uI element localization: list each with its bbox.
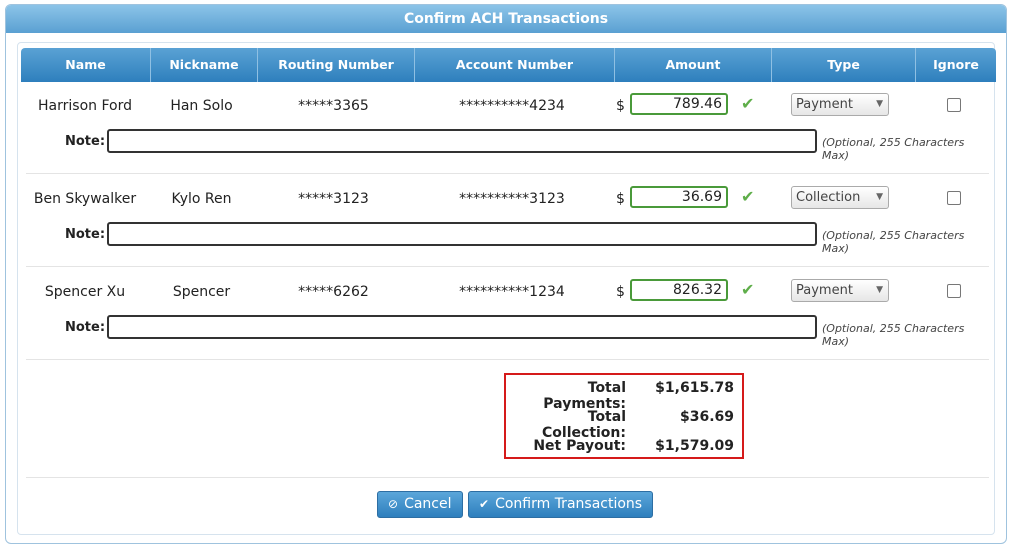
- transactions-panel: Name Nickname Routing Number Account Num…: [17, 42, 996, 535]
- table-header: Name Nickname Routing Number Account Num…: [21, 48, 996, 82]
- dialog-title: Confirm ACH Transactions: [6, 5, 1006, 33]
- ignore-checkbox[interactable]: [947, 191, 961, 205]
- column-header-account: Account Number: [415, 48, 615, 82]
- confirm-ach-dialog: Confirm ACH Transactions Name Nickname R…: [5, 4, 1007, 544]
- payee-name: Spencer Xu: [44, 284, 126, 300]
- checkmark-icon: ✔: [741, 94, 755, 113]
- type-select-value: Collection: [796, 190, 861, 205]
- checkmark-icon: ✔: [741, 187, 755, 206]
- account-number: **********4234: [459, 98, 565, 114]
- amount-input[interactable]: 826.32: [630, 279, 728, 301]
- payee-nickname: Spencer: [172, 284, 231, 300]
- total-payments-value: $1,615.78: [655, 380, 734, 396]
- type-select-value: Payment: [796, 97, 853, 112]
- note-hint: (Optional, 255 Characters Max): [822, 136, 965, 162]
- note-label: Note:: [65, 227, 106, 242]
- column-header-type: Type: [772, 48, 916, 82]
- type-select[interactable]: Payment ▼: [791, 279, 889, 302]
- divider: [26, 477, 989, 478]
- checkmark-icon: ✔: [741, 280, 755, 299]
- account-number: **********3123: [459, 191, 565, 207]
- routing-number: *****6262: [298, 284, 369, 300]
- column-header-amount: Amount: [615, 48, 772, 82]
- totals-summary: Total Payments: $1,615.78 Total Collecti…: [504, 373, 744, 459]
- total-payments-label: Total Payments:: [543, 380, 626, 412]
- currency-symbol: $: [616, 191, 625, 207]
- ignore-checkbox[interactable]: [947, 98, 961, 112]
- table-row: Harrison Ford Han Solo *****3365 *******…: [26, 80, 989, 174]
- table-row: Ben Skywalker Kylo Ren *****3123 *******…: [26, 173, 989, 267]
- amount-input[interactable]: 36.69: [630, 186, 728, 208]
- note-input[interactable]: [107, 129, 817, 153]
- cancel-icon: ⊘: [388, 497, 399, 511]
- currency-symbol: $: [616, 98, 625, 114]
- column-header-nickname: Nickname: [151, 48, 258, 82]
- note-label: Note:: [65, 320, 106, 335]
- net-payout-label: Net Payout:: [533, 438, 626, 454]
- payee-name: Ben Skywalker: [33, 191, 137, 207]
- total-collection-value: $36.69: [679, 409, 734, 425]
- type-select-value: Payment: [796, 283, 853, 298]
- payee-name: Harrison Ford: [38, 98, 132, 114]
- note-hint: (Optional, 255 Characters Max): [822, 229, 965, 255]
- cancel-button-label: Cancel: [404, 496, 452, 512]
- net-payout-value: $1,579.09: [655, 438, 734, 454]
- column-header-routing: Routing Number: [258, 48, 415, 82]
- routing-number: *****3365: [298, 98, 369, 114]
- type-select[interactable]: Collection ▼: [791, 186, 889, 209]
- payee-nickname: Kylo Ren: [171, 191, 232, 207]
- caret-down-icon: ▼: [876, 99, 883, 109]
- caret-down-icon: ▼: [876, 192, 883, 202]
- amount-input[interactable]: 789.46: [630, 93, 728, 115]
- cancel-button[interactable]: ⊘ Cancel: [377, 491, 463, 518]
- payee-nickname: Han Solo: [170, 98, 233, 114]
- routing-number: *****3123: [298, 191, 369, 207]
- note-label: Note:: [65, 134, 106, 149]
- column-header-ignore: Ignore: [933, 57, 979, 72]
- total-collection-label: Total Collection:: [542, 409, 626, 441]
- confirm-transactions-button[interactable]: ✔ Confirm Transactions: [468, 491, 654, 518]
- account-number: **********1234: [459, 284, 565, 300]
- currency-symbol: $: [616, 284, 625, 300]
- caret-down-icon: ▼: [876, 285, 883, 295]
- ignore-checkbox[interactable]: [947, 284, 961, 298]
- column-header-name: Name: [21, 48, 151, 82]
- confirm-button-label: Confirm Transactions: [495, 496, 643, 512]
- table-row: Spencer Xu Spencer *****6262 **********1…: [26, 266, 989, 360]
- type-select[interactable]: Payment ▼: [791, 93, 889, 116]
- note-input[interactable]: [107, 315, 817, 339]
- note-hint: (Optional, 255 Characters Max): [822, 322, 965, 348]
- check-icon: ✔: [479, 497, 490, 511]
- note-input[interactable]: [107, 222, 817, 246]
